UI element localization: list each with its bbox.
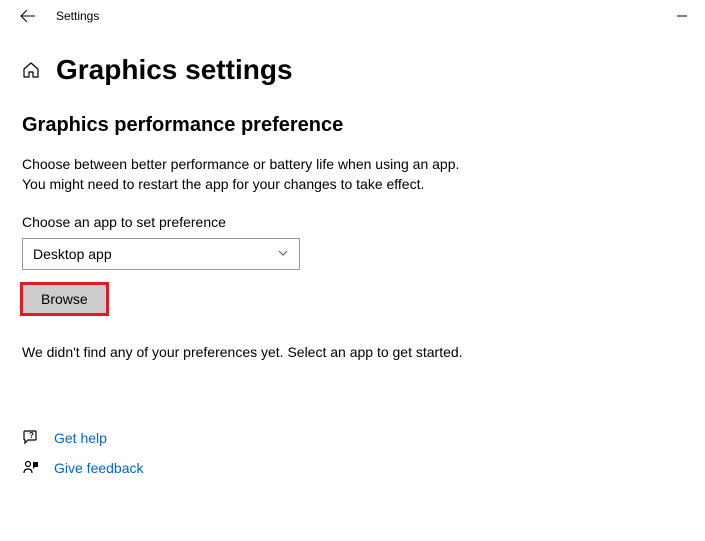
- section-description: Choose between better performance or bat…: [22, 155, 683, 194]
- give-feedback-link[interactable]: Give feedback: [22, 460, 683, 476]
- browse-button-wrap: Browse: [22, 284, 683, 314]
- window-controls: [659, 0, 705, 32]
- feedback-icon: [22, 460, 42, 476]
- svg-text:?: ?: [29, 431, 34, 440]
- get-help-link[interactable]: ? Get help: [22, 430, 683, 446]
- chevron-down-icon: [277, 246, 289, 262]
- back-button[interactable]: [12, 0, 44, 32]
- desc-line-1: Choose between better performance or bat…: [22, 155, 683, 175]
- feedback-label: Give feedback: [54, 460, 144, 476]
- browse-button[interactable]: Browse: [22, 284, 107, 314]
- minimize-button[interactable]: [659, 0, 705, 32]
- desc-line-2: You might need to restart the app for yo…: [22, 175, 683, 195]
- content-area: Graphics settings Graphics performance p…: [0, 54, 705, 476]
- home-icon[interactable]: [22, 61, 40, 79]
- section-title: Graphics performance preference: [22, 114, 683, 137]
- dropdown-label: Choose an app to set preference: [22, 214, 683, 230]
- arrow-left-icon: [20, 8, 36, 24]
- help-label: Get help: [54, 430, 107, 446]
- app-type-dropdown[interactable]: Desktop app: [22, 238, 300, 270]
- titlebar-title: Settings: [56, 9, 99, 23]
- minimize-icon: [677, 11, 687, 21]
- help-icon: ?: [22, 430, 42, 446]
- page-title: Graphics settings: [56, 54, 293, 86]
- empty-state-text: We didn't find any of your preferences y…: [22, 344, 683, 360]
- titlebar: Settings: [0, 0, 705, 32]
- dropdown-value: Desktop app: [33, 246, 112, 262]
- page-header: Graphics settings: [22, 54, 683, 86]
